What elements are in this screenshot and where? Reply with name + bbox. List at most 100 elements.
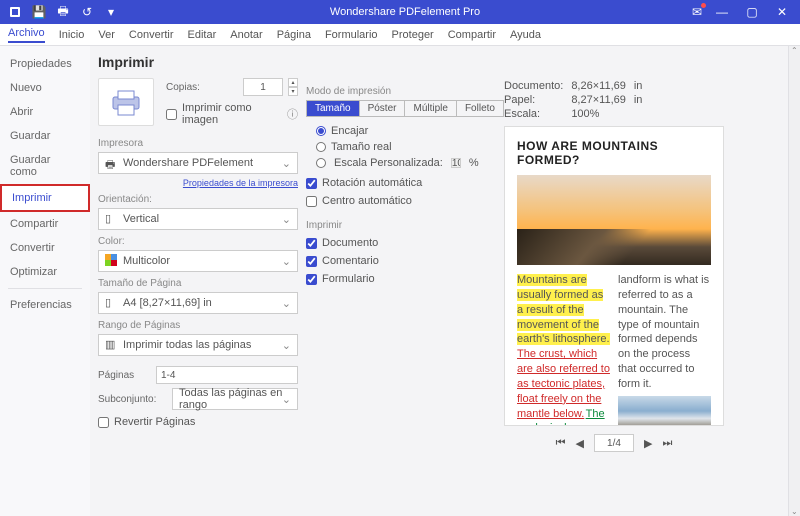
vertical-scrollbar[interactable] xyxy=(788,46,800,516)
info-doc-label: Documento: xyxy=(504,80,563,92)
print-form-checkbox[interactable] xyxy=(306,274,317,285)
subset-select[interactable]: Todas las páginas en rango xyxy=(172,388,298,410)
close-button[interactable]: ✕ xyxy=(770,2,794,22)
menu-bar: Archivo Inicio Ver Convertir Editar Anot… xyxy=(0,24,800,46)
actual-label: Tamaño real xyxy=(331,141,392,153)
pct-label: % xyxy=(469,157,479,169)
info-icon[interactable]: ⓘ xyxy=(287,106,298,122)
pager-input[interactable] xyxy=(594,434,634,452)
sidebar-item-imprimir[interactable]: Imprimir xyxy=(0,184,90,212)
title-bar: 💾 🖶 ↺ ▾ Wondershare PDFelement Pro ✉ — ▢… xyxy=(0,0,800,24)
sidebar-item-preferencias[interactable]: Preferencias xyxy=(0,293,90,317)
app-logo-icon xyxy=(8,5,22,19)
printer-graphic xyxy=(98,78,154,126)
print-what-label: Imprimir xyxy=(306,220,496,231)
sidebar-item-guardar[interactable]: Guardar xyxy=(0,124,90,148)
fit-radio[interactable] xyxy=(316,126,326,136)
sidebar-item-compartir[interactable]: Compartir xyxy=(0,212,90,236)
preview-right-col: landform is what is referred to as a mou… xyxy=(618,273,711,426)
preview-mini-image xyxy=(618,396,711,426)
tab-tamano[interactable]: Tamaño xyxy=(307,101,360,116)
print-doc-checkbox[interactable] xyxy=(306,238,317,249)
color-select[interactable]: Multicolor xyxy=(98,250,298,272)
sidebar-item-guardar-como[interactable]: Guardar como xyxy=(0,148,90,184)
undo-icon[interactable]: ↺ xyxy=(80,5,94,19)
menu-ver[interactable]: Ver xyxy=(98,29,115,41)
sidebar-item-abrir[interactable]: Abrir xyxy=(0,100,90,124)
maximize-button[interactable]: ▢ xyxy=(740,2,764,22)
copies-spinner[interactable]: ▴▾ xyxy=(288,78,298,96)
range-section-label: Rango de Páginas xyxy=(98,320,298,331)
pager-next-button[interactable]: ▶ xyxy=(644,437,652,450)
autorotate-checkbox[interactable] xyxy=(306,178,317,189)
tab-multiple[interactable]: Múltiple xyxy=(405,101,456,116)
autocenter-checkbox[interactable] xyxy=(306,196,317,207)
menu-ayuda[interactable]: Ayuda xyxy=(510,29,541,41)
custom-scale-input[interactable] xyxy=(451,158,461,168)
sidebar-item-nuevo[interactable]: Nuevo xyxy=(0,76,90,100)
menu-formulario[interactable]: Formulario xyxy=(325,29,378,41)
orientation-value: Vertical xyxy=(123,213,159,225)
sidebar-item-optimizar[interactable]: Optimizar xyxy=(0,260,90,284)
pagesize-section-label: Tamaño de Página xyxy=(98,278,298,289)
color-value: Multicolor xyxy=(123,255,170,267)
mode-section-label: Modo de impresión xyxy=(306,86,496,97)
menu-editar[interactable]: Editar xyxy=(188,29,217,41)
printer-small-icon: 🖶 xyxy=(105,156,119,170)
mail-icon[interactable]: ✉ xyxy=(690,5,704,19)
sidebar-divider xyxy=(8,288,82,289)
orientation-icon: ▯ xyxy=(105,212,119,226)
info-scale-label: Escala: xyxy=(504,108,563,120)
pages-input[interactable] xyxy=(156,366,298,384)
menu-pagina[interactable]: Página xyxy=(277,29,311,41)
sidebar: Propiedades Nuevo Abrir Guardar Guardar … xyxy=(0,46,90,516)
revert-pages-checkbox[interactable] xyxy=(98,417,109,428)
preview-heading: HOW ARE MOUNTAINS FORMED? xyxy=(517,139,711,167)
tab-folleto[interactable]: Folleto xyxy=(457,101,503,116)
printer-select[interactable]: 🖶 Wondershare PDFelement xyxy=(98,152,298,174)
revert-pages-label: Revertir Páginas xyxy=(114,416,195,428)
pagesize-icon: ▯ xyxy=(105,296,119,310)
printer-properties-link[interactable]: Propiedades de la impresora xyxy=(98,178,298,188)
tab-poster[interactable]: Póster xyxy=(360,101,406,116)
pagesize-select[interactable]: ▯ A4 [8,27×11,69] in xyxy=(98,292,298,314)
pager-last-button[interactable]: ⏭ xyxy=(662,437,672,450)
print-comment-label: Comentario xyxy=(322,255,379,267)
menu-convertir[interactable]: Convertir xyxy=(129,29,174,41)
custom-scale-radio[interactable] xyxy=(316,158,326,168)
menu-proteger[interactable]: Proteger xyxy=(392,29,434,41)
pages-label: Páginas xyxy=(98,370,150,381)
color-section-label: Color: xyxy=(98,236,298,247)
dropdown-icon[interactable]: ▾ xyxy=(104,5,118,19)
sidebar-item-convertir[interactable]: Convertir xyxy=(0,236,90,260)
range-icon: ▥ xyxy=(105,338,119,352)
pager-prev-button[interactable]: ◀ xyxy=(576,437,584,450)
page-preview: HOW ARE MOUNTAINS FORMED? Mountains are … xyxy=(504,126,724,426)
minimize-button[interactable]: — xyxy=(710,2,734,22)
print-comment-checkbox[interactable] xyxy=(306,256,317,267)
info-paper-label: Papel: xyxy=(504,94,563,106)
doc-info: Documento:8,26×11,69in Papel:8,27×11,69i… xyxy=(504,80,642,120)
orientation-select[interactable]: ▯ Vertical xyxy=(98,208,298,230)
custom-scale-label: Escala Personalizada: xyxy=(334,157,443,169)
menu-inicio[interactable]: Inicio xyxy=(59,29,85,41)
range-select[interactable]: ▥ Imprimir todas las páginas xyxy=(98,334,298,356)
copies-input[interactable] xyxy=(243,78,283,96)
actual-radio[interactable] xyxy=(316,142,326,152)
app-title: Wondershare PDFelement Pro xyxy=(126,6,684,18)
pagesize-value: A4 [8,27×11,69] in xyxy=(123,297,212,309)
save-icon[interactable]: 💾 xyxy=(32,5,46,19)
fit-label: Encajar xyxy=(331,125,368,137)
info-doc-val: 8,26×11,69 xyxy=(571,80,626,92)
menu-compartir[interactable]: Compartir xyxy=(448,29,496,41)
print-as-image-checkbox[interactable] xyxy=(166,109,177,120)
range-value: Imprimir todas las páginas xyxy=(123,339,251,351)
preview-right-a: landform is what is referred to as a mou… xyxy=(618,274,709,390)
menu-archivo[interactable]: Archivo xyxy=(8,27,45,43)
menu-anotar[interactable]: Anotar xyxy=(230,29,262,41)
pager-first-button[interactable]: ⏮ xyxy=(556,437,566,450)
print-form-label: Formulario xyxy=(322,273,375,285)
sidebar-item-propiedades[interactable]: Propiedades xyxy=(0,52,90,76)
print-doc-label: Documento xyxy=(322,237,378,249)
print-icon[interactable]: 🖶 xyxy=(56,5,70,19)
